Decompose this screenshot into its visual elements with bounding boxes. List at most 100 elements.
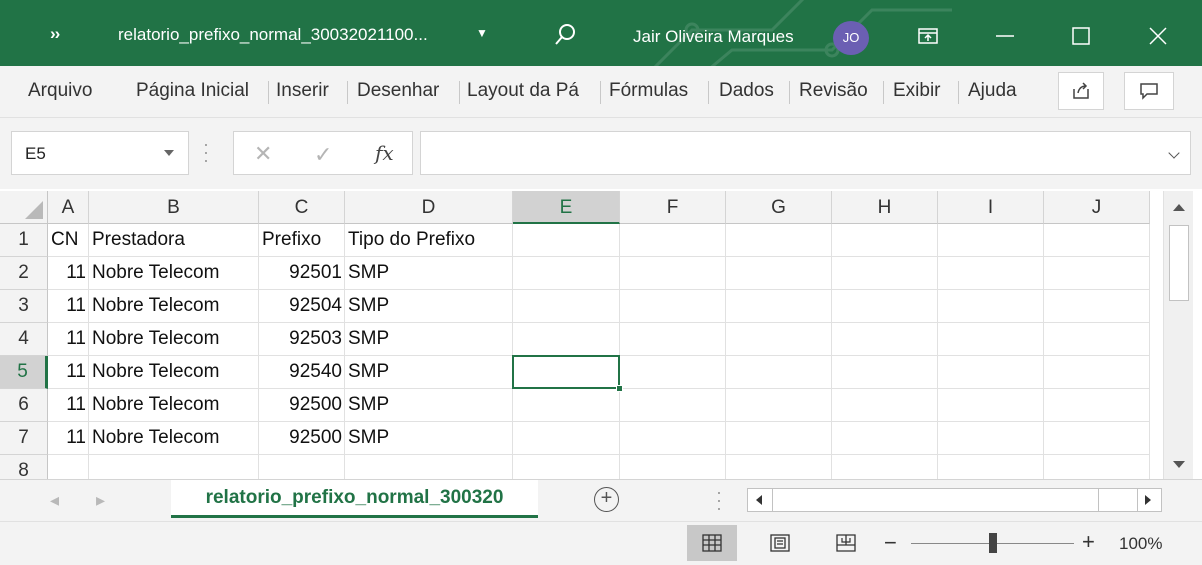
cell[interactable]: Nobre Telecom: [89, 323, 259, 356]
scroll-left-icon[interactable]: [756, 495, 762, 505]
close-button[interactable]: [1128, 14, 1188, 58]
row-header-4[interactable]: 4: [0, 323, 48, 356]
document-title[interactable]: relatorio_prefixo_normal_30032021100...: [118, 25, 428, 45]
ribbon-display-options-button[interactable]: [898, 14, 958, 58]
comments-button[interactable]: [1124, 72, 1174, 110]
share-button[interactable]: [1058, 72, 1104, 110]
cell-header[interactable]: CN: [48, 224, 89, 257]
cell[interactable]: Nobre Telecom: [89, 257, 259, 290]
column-header-a[interactable]: A: [48, 191, 89, 224]
cell[interactable]: 11: [48, 422, 89, 455]
cell[interactable]: SMP: [345, 356, 513, 389]
previous-sheet-icon[interactable]: ◂: [50, 490, 59, 511]
cell[interactable]: 11: [48, 257, 89, 290]
fill-handle[interactable]: [616, 385, 623, 392]
cell[interactable]: 11: [48, 389, 89, 422]
row-header-6[interactable]: 6: [0, 389, 48, 422]
name-box-dropdown-icon[interactable]: [164, 150, 174, 156]
normal-view-button[interactable]: [687, 525, 737, 561]
cell[interactable]: SMP: [345, 290, 513, 323]
cell-header[interactable]: Prefixo: [259, 224, 345, 257]
cell[interactable]: 92500: [259, 422, 345, 455]
tab-desenhar[interactable]: Desenhar: [357, 80, 439, 102]
row-header-8[interactable]: 8: [0, 455, 48, 479]
cell[interactable]: SMP: [345, 422, 513, 455]
zoom-slider-thumb[interactable]: [989, 533, 997, 553]
tab-exibir[interactable]: Exibir: [893, 80, 941, 102]
column-header-e[interactable]: E: [513, 191, 620, 224]
tab-layout-da-pagina[interactable]: Layout da Pá: [467, 80, 579, 102]
column-header-h[interactable]: H: [832, 191, 938, 224]
insert-function-button[interactable]: fx: [375, 141, 394, 165]
avatar[interactable]: JO: [833, 21, 869, 55]
zoom-out-button[interactable]: −: [884, 530, 897, 556]
cell[interactable]: 92540: [259, 356, 345, 389]
search-icon[interactable]: [553, 22, 579, 46]
cell[interactable]: Nobre Telecom: [89, 422, 259, 455]
row-header-2[interactable]: 2: [0, 257, 48, 290]
zoom-level[interactable]: 100%: [1119, 534, 1162, 554]
vertical-scroll-thumb[interactable]: [1169, 225, 1189, 301]
column-header-j[interactable]: J: [1044, 191, 1150, 224]
title-dropdown-icon[interactable]: ▼: [476, 26, 488, 40]
column-header-f[interactable]: F: [620, 191, 726, 224]
tab-separator: [883, 81, 884, 104]
tab-dados[interactable]: Dados: [719, 80, 774, 102]
tab-revisao[interactable]: Revisão: [799, 80, 868, 102]
select-all-button[interactable]: [0, 191, 48, 224]
cell[interactable]: SMP: [345, 389, 513, 422]
formula-bar-grip-icon[interactable]: · · ·: [203, 135, 209, 169]
user-name[interactable]: Jair Oliveira Marques: [633, 27, 794, 47]
page-layout-view-button[interactable]: [755, 525, 805, 561]
tab-inserir[interactable]: Inserir: [276, 80, 329, 102]
tab-splitter-grip-icon[interactable]: · · ·: [716, 483, 722, 517]
column-header-i[interactable]: I: [938, 191, 1044, 224]
scroll-down-icon[interactable]: [1173, 461, 1185, 468]
cell[interactable]: Nobre Telecom: [89, 290, 259, 323]
tab-arquivo[interactable]: Arquivo: [28, 80, 92, 102]
maximize-button[interactable]: [1051, 14, 1111, 58]
name-box[interactable]: E5: [11, 131, 189, 175]
cell[interactable]: SMP: [345, 257, 513, 290]
cell[interactable]: 92501: [259, 257, 345, 290]
horizontal-scrollbar[interactable]: [747, 488, 1162, 512]
cell[interactable]: Nobre Telecom: [89, 356, 259, 389]
sheet-tab-active[interactable]: relatorio_prefixo_normal_300320: [171, 480, 538, 518]
cell[interactable]: 11: [48, 356, 89, 389]
row-header-1[interactable]: 1: [0, 224, 48, 257]
more-commands-button[interactable]: ››: [50, 24, 60, 44]
cell[interactable]: 92504: [259, 290, 345, 323]
column-header-c[interactable]: C: [259, 191, 345, 224]
tab-formulas[interactable]: Fórmulas: [609, 80, 688, 102]
row-header-7[interactable]: 7: [0, 422, 48, 455]
cell-header[interactable]: Tipo do Prefixo: [345, 224, 515, 257]
tab-pagina-inicial[interactable]: Página Inicial: [136, 80, 249, 102]
cell[interactable]: 92500: [259, 389, 345, 422]
cell[interactable]: SMP: [345, 323, 513, 356]
next-sheet-icon[interactable]: ▸: [96, 490, 105, 511]
column-header-b[interactable]: B: [89, 191, 259, 224]
cell[interactable]: Nobre Telecom: [89, 389, 259, 422]
selected-cell-outline[interactable]: [512, 355, 623, 392]
column-header-g[interactable]: G: [726, 191, 832, 224]
cell[interactable]: 11: [48, 323, 89, 356]
formula-input[interactable]: [420, 131, 1191, 175]
scroll-right-icon[interactable]: [1145, 495, 1151, 505]
column-header-d[interactable]: D: [345, 191, 513, 224]
zoom-in-button[interactable]: +: [1082, 529, 1095, 555]
expand-formula-bar-icon[interactable]: [1168, 147, 1180, 159]
cancel-entry-icon[interactable]: ✕: [254, 141, 272, 167]
confirm-entry-icon[interactable]: ✓: [314, 142, 332, 168]
cell[interactable]: 92503: [259, 323, 345, 356]
add-sheet-button[interactable]: +: [594, 487, 619, 512]
cell-header[interactable]: Prestadora: [89, 224, 259, 257]
spreadsheet-grid[interactable]: A B C D E F G H I J 1 2 3 4 5 6 7 8 CN Prestadora Prefixo Tip…: [0, 189, 1202, 479]
row-header-5[interactable]: 5: [0, 356, 48, 389]
cell[interactable]: 11: [48, 290, 89, 323]
tab-ajuda[interactable]: Ajuda: [968, 80, 1017, 102]
minimize-button[interactable]: [975, 14, 1035, 58]
page-break-preview-button[interactable]: [821, 525, 871, 561]
scroll-up-icon[interactable]: [1173, 204, 1185, 211]
vertical-scrollbar[interactable]: [1163, 191, 1193, 479]
row-header-3[interactable]: 3: [0, 290, 48, 323]
